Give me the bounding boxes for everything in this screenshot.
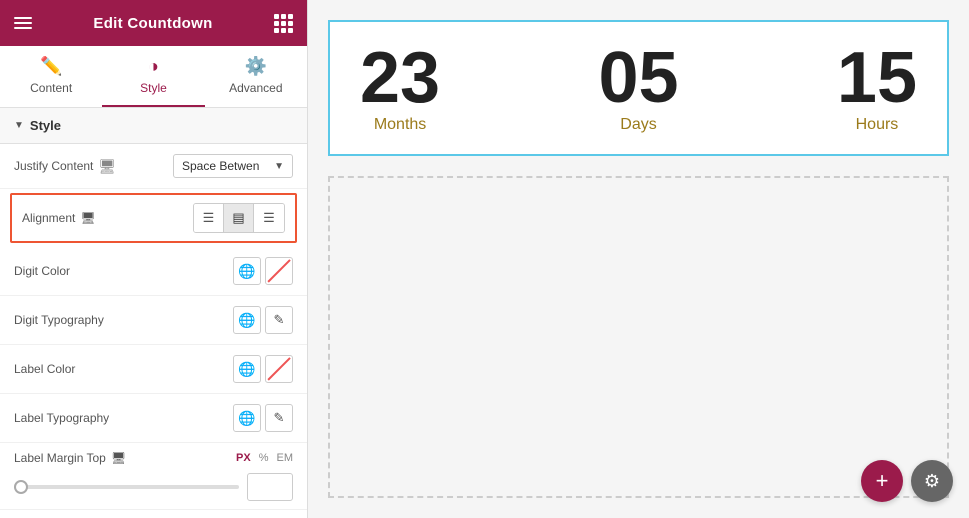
hamburger-menu-icon[interactable] [14,17,32,29]
tab-style[interactable]: ◑ Style [102,46,204,107]
panel-header: Edit Countdown [0,0,307,46]
digit-color-row: Digit Color 🌐 [0,247,307,296]
alignment-buttons: ☰ ▤ ☰ [193,203,285,233]
tab-content-label: Content [30,81,72,95]
unit-em-button[interactable]: EM [277,452,294,464]
label-typography-control: 🌐 ✎ [233,404,293,432]
label-color-globe-button[interactable]: 🌐 [233,355,261,383]
unit-percent-button[interactable]: % [259,452,269,464]
tab-advanced-label: Advanced [229,81,282,95]
digit-color-label: Digit Color [14,264,233,278]
slider-row [14,473,293,501]
bottom-buttons: + ⚙ [861,460,953,502]
label-color-row: Label Color 🌐 [0,345,307,394]
alignment-responsive-icon: 🖥 [80,211,95,225]
hours-label: Hours [856,116,899,134]
align-right-button[interactable]: ☰ [254,204,284,232]
add-button[interactable]: + [861,460,903,502]
justify-content-row: Justify Content 🖥 Space Betwen ▼ [0,144,307,189]
margin-top-input[interactable] [247,473,293,501]
apps-icon[interactable] [274,14,293,33]
panel-content: ▼ Style Justify Content 🖥 Space Betwen ▼… [0,108,307,518]
digit-color-control: 🌐 [233,257,293,285]
unit-px-button[interactable]: PX [236,452,251,464]
label-color-label: Label Color [14,362,233,376]
justify-responsive-icon: 🖥 [98,158,116,175]
label-margin-top-label: Label Margin Top 🖥 [14,451,236,465]
digit-typography-row: Digit Typography 🌐 ✎ [0,296,307,345]
months-label: Months [374,116,426,134]
countdown-days: 05 Days [598,42,678,134]
dashed-placeholder [328,176,949,498]
label-typography-pencil-button[interactable]: ✎ [265,404,293,432]
content-icon: ✏️ [40,56,62,77]
margin-row-header: Label Margin Top 🖥 PX % EM [14,451,293,465]
label-typography-row: Label Typography 🌐 ✎ [0,394,307,443]
label-color-swatch-button[interactable] [265,355,293,383]
countdown-widget: 23 Months 05 Days 15 Hours [328,20,949,156]
justify-content-label: Justify Content 🖥 [14,158,173,175]
style-icon: ◑ [148,56,159,77]
margin-responsive-icon: 🖥 [111,451,126,465]
align-center-button[interactable]: ▤ [224,204,254,232]
label-typography-label: Label Typography [14,411,233,425]
tab-advanced[interactable]: ⚙️ Advanced [205,46,307,107]
align-left-button[interactable]: ☰ [194,204,224,232]
right-panel: 23 Months 05 Days 15 Hours + ⚙ [308,0,969,518]
digit-typography-control: 🌐 ✎ [233,306,293,334]
tab-content[interactable]: ✏️ Content [0,46,102,107]
days-label: Days [620,116,656,134]
alignment-row: Alignment 🖥 ☰ ▤ ☰ [10,193,297,243]
canvas-area: 23 Months 05 Days 15 Hours [308,0,969,518]
label-typography-globe-button[interactable]: 🌐 [233,404,261,432]
justify-content-dropdown[interactable]: Space Betwen ▼ [173,154,293,178]
section-arrow-icon: ▼ [14,120,24,131]
panel-title: Edit Countdown [93,15,212,32]
digit-color-swatch-button[interactable] [265,257,293,285]
label-color-control: 🌐 [233,355,293,383]
advanced-icon: ⚙️ [245,56,267,77]
label-margin-top-row: Label Margin Top 🖥 PX % EM [0,443,307,510]
digit-color-globe-button[interactable]: 🌐 [233,257,261,285]
section-label: Style [30,118,61,133]
digit-typography-globe-button[interactable]: 🌐 [233,306,261,334]
countdown-months: 23 Months [360,42,440,134]
alignment-label: Alignment 🖥 [22,211,193,225]
digit-typography-label: Digit Typography [14,313,233,327]
months-value: 23 [360,42,440,114]
panel-tabs: ✏️ Content ◑ Style ⚙️ Advanced [0,46,307,108]
countdown-hours: 15 Hours [837,42,917,134]
settings-button[interactable]: ⚙ [911,460,953,502]
dropdown-arrow-icon: ▼ [274,161,284,172]
margin-top-slider[interactable] [14,485,239,489]
digit-typography-pencil-button[interactable]: ✎ [265,306,293,334]
hours-value: 15 [837,42,917,114]
days-value: 05 [598,42,678,114]
left-panel: Edit Countdown ✏️ Content ◑ Style ⚙️ Adv… [0,0,308,518]
section-style-header: ▼ Style [0,108,307,144]
tab-style-label: Style [140,81,167,95]
unit-buttons: PX % EM [236,452,293,464]
